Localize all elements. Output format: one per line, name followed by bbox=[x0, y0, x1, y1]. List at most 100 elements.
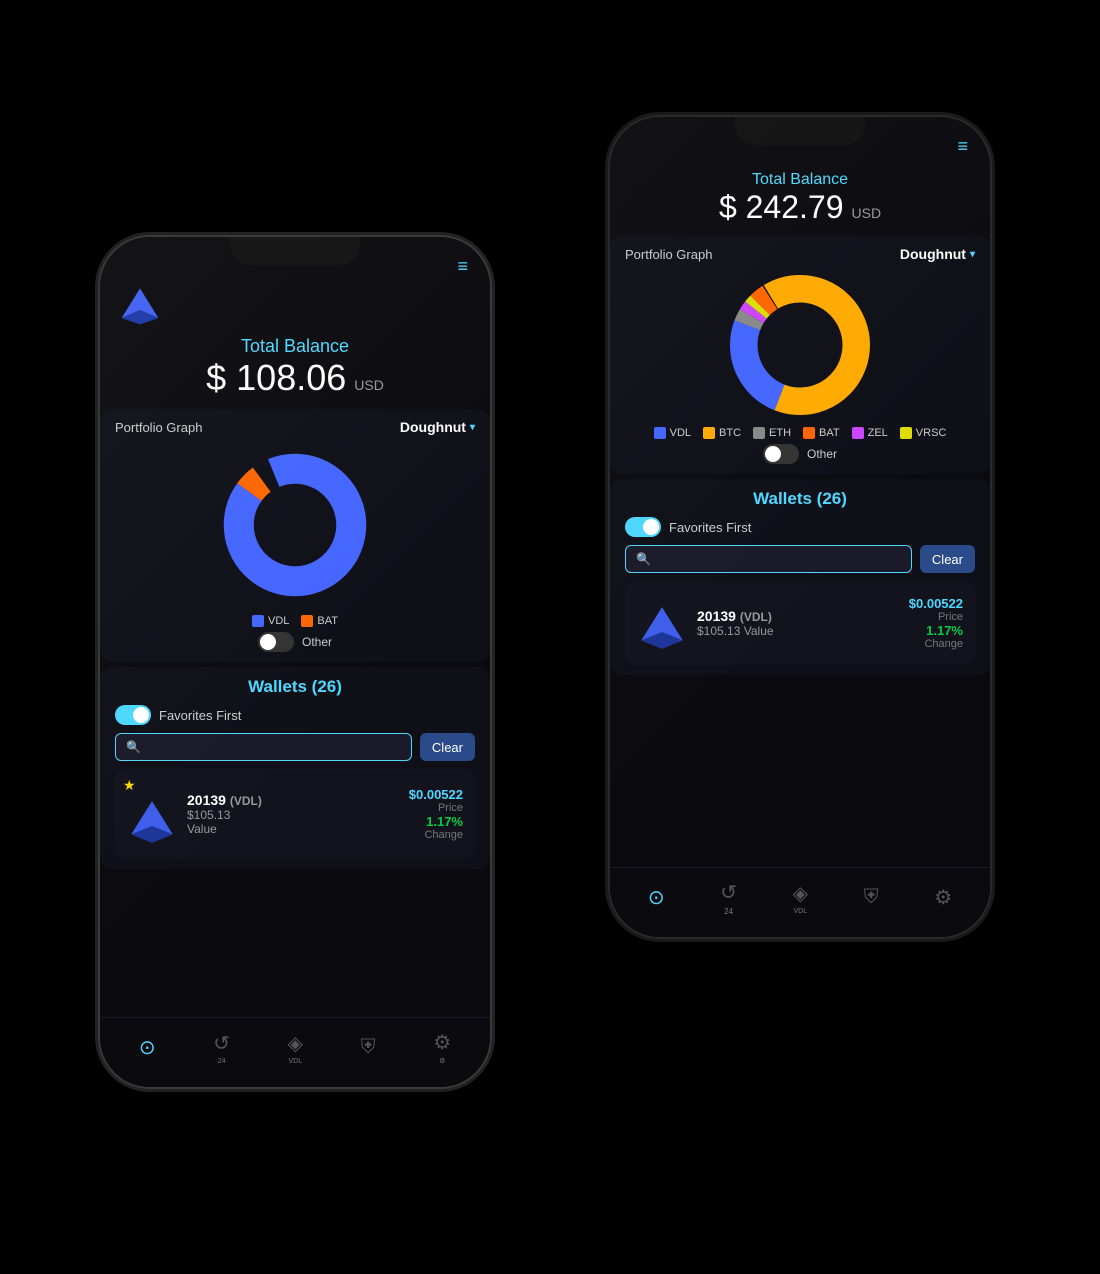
legend-dot-btc-back bbox=[703, 427, 715, 439]
other-label-front: Other bbox=[302, 635, 332, 649]
nav-shield-front[interactable]: ⛨ bbox=[361, 1036, 376, 1059]
clear-button-front[interactable]: Clear bbox=[420, 733, 475, 761]
donut-chart-front bbox=[115, 440, 475, 610]
balance-amount-front: $ 108.06 USD bbox=[100, 357, 490, 399]
menu-icon-front[interactable]: ≡ bbox=[457, 256, 470, 277]
legend-label-btc-back: BTC bbox=[719, 427, 741, 439]
favorites-row-back: Favorites First bbox=[625, 517, 975, 537]
menu-icon-back[interactable]: ≡ bbox=[957, 136, 970, 157]
wallet-price-col-front: $0.00522 Price 1.17% Change bbox=[409, 787, 463, 841]
wallet-item-front[interactable]: ★ 20139 (VDL) $105.13 Value bbox=[115, 769, 475, 859]
legend-dot-vdl-back bbox=[654, 427, 666, 439]
balance-section-front: Total Balance $ 108.06 USD bbox=[100, 326, 490, 404]
legend-front: VDL BAT bbox=[115, 615, 475, 627]
nav-refresh-front[interactable]: ↺ 24 bbox=[213, 1031, 230, 1065]
legend-eth-back: ETH bbox=[753, 427, 791, 439]
legend-dot-vrsc-back bbox=[900, 427, 912, 439]
wallet-price-back: $0.00522 bbox=[909, 596, 963, 611]
wallet-price-label-front: Price bbox=[409, 802, 463, 814]
nav-vdl-front[interactable]: ◈ VDL bbox=[288, 1031, 303, 1065]
favorites-knob-front bbox=[133, 707, 149, 723]
nav-vdl-back[interactable]: ◈ VDL bbox=[793, 881, 808, 915]
toggle-switch-back[interactable] bbox=[763, 444, 799, 464]
doughnut-arrow-back: ▾ bbox=[970, 249, 975, 260]
legend-label-vrsc-back: VRSC bbox=[916, 427, 947, 439]
portfolio-section-front: Portfolio Graph Doughnut ▾ bbox=[100, 409, 490, 662]
nav-dashboard-front[interactable]: ⊙ bbox=[139, 1035, 156, 1060]
bottom-nav-back: ⊙ ↺ 24 ◈ VDL ⛨ ⚙ bbox=[610, 867, 990, 937]
nav-settings-front[interactable]: ⚙ ⚙ bbox=[433, 1030, 451, 1065]
wallet-item-back[interactable]: 20139 (VDL) $105.13 Value $0.00522 Price… bbox=[625, 581, 975, 665]
legend-label-vdl-front: VDL bbox=[268, 615, 289, 627]
nav-settings-icon-front: ⚙ bbox=[433, 1030, 451, 1055]
legend-btc-back: BTC bbox=[703, 427, 741, 439]
donut-chart-back bbox=[625, 267, 975, 422]
wallets-section-front: Wallets (26) Favorites First 🔍 Clear ★ bbox=[100, 667, 490, 869]
legend-bat-front: BAT bbox=[301, 615, 338, 627]
wallet-change-label-back: Change bbox=[909, 638, 963, 650]
wallet-change-label-front: Change bbox=[409, 829, 463, 841]
balance-value-front: $ 108.06 bbox=[206, 357, 346, 399]
toggle-knob-front bbox=[260, 634, 276, 650]
nav-dashboard-back[interactable]: ⊙ bbox=[648, 885, 665, 910]
phone-front: ≡ Total Balance $ 108.06 USD bbox=[100, 237, 490, 1087]
doughnut-selector-back[interactable]: Doughnut ▾ bbox=[900, 246, 975, 262]
legend-back: VDL BTC ETH BAT bbox=[625, 427, 975, 439]
doughnut-selector-front[interactable]: Doughnut ▾ bbox=[400, 419, 475, 435]
balance-title-back: Total Balance bbox=[610, 171, 990, 189]
donut-svg-back bbox=[725, 270, 875, 420]
doughnut-arrow-front: ▾ bbox=[470, 422, 475, 433]
star-icon-front[interactable]: ★ bbox=[123, 777, 136, 794]
wallet-info-front: 20139 (VDL) $105.13 Value bbox=[187, 792, 399, 836]
nav-settings-back[interactable]: ⚙ bbox=[934, 885, 952, 910]
toggle-knob-back bbox=[765, 446, 781, 462]
app-logo-front bbox=[120, 286, 160, 326]
clear-button-back[interactable]: Clear bbox=[920, 545, 975, 573]
search-row-back: 🔍 Clear bbox=[625, 545, 975, 573]
nav-shield-back[interactable]: ⛨ bbox=[864, 886, 879, 909]
nav-refresh-icon-front: ↺ bbox=[213, 1031, 230, 1056]
other-toggle-back: Other bbox=[625, 444, 975, 464]
nav-vdl-icon-front: ◈ bbox=[288, 1031, 303, 1056]
nav-shield-icon-back: ⛨ bbox=[864, 886, 879, 909]
favorites-knob-back bbox=[643, 519, 659, 535]
legend-label-bat-front: BAT bbox=[317, 615, 338, 627]
phones-container: ≡ Total Balance $ 242.79 USD Portfolio G… bbox=[50, 37, 1050, 1237]
donut-svg-front bbox=[220, 450, 370, 600]
favorites-toggle-front[interactable] bbox=[115, 705, 151, 725]
legend-label-eth-back: ETH bbox=[769, 427, 791, 439]
vdl-logo-front bbox=[127, 797, 177, 847]
other-toggle-front: Other bbox=[115, 632, 475, 652]
nav-settings-icon-back: ⚙ bbox=[934, 885, 952, 910]
legend-label-vdl-back: VDL bbox=[670, 427, 691, 439]
balance-section-back: Total Balance $ 242.79 USD bbox=[610, 161, 990, 231]
balance-currency-front: USD bbox=[354, 377, 384, 393]
wallets-section-back: Wallets (26) Favorites First 🔍 Clear bbox=[610, 479, 990, 675]
nav-refresh-back[interactable]: ↺ 24 bbox=[720, 880, 737, 916]
search-input-front[interactable]: 🔍 bbox=[115, 733, 412, 761]
legend-dot-zel-back bbox=[852, 427, 864, 439]
balance-currency-back: USD bbox=[852, 205, 882, 221]
doughnut-label-back: Doughnut bbox=[900, 246, 966, 262]
portfolio-header-front: Portfolio Graph Doughnut ▾ bbox=[115, 419, 475, 435]
legend-vdl-front: VDL bbox=[252, 615, 289, 627]
wallet-price-label-back: Price bbox=[909, 611, 963, 623]
balance-amount-back: $ 242.79 USD bbox=[610, 189, 990, 226]
search-row-front: 🔍 Clear bbox=[115, 733, 475, 761]
legend-label-zel-back: ZEL bbox=[868, 427, 888, 439]
nav-vdl-icon-back: ◈ bbox=[793, 881, 808, 906]
search-input-back[interactable]: 🔍 bbox=[625, 545, 912, 573]
portfolio-section-back: Portfolio Graph Doughnut ▾ bbox=[610, 236, 990, 474]
legend-zel-back: ZEL bbox=[852, 427, 888, 439]
vdl-logo-back bbox=[637, 603, 687, 653]
legend-dot-eth-back bbox=[753, 427, 765, 439]
toggle-switch-front[interactable] bbox=[258, 632, 294, 652]
legend-label-bat-back: BAT bbox=[819, 427, 840, 439]
favorites-toggle-back[interactable] bbox=[625, 517, 661, 537]
wallet-change-front: 1.17% bbox=[409, 814, 463, 829]
portfolio-label-front: Portfolio Graph bbox=[115, 420, 202, 435]
bottom-nav-front: ⊙ ↺ 24 ◈ VDL ⛨ ⚙ ⚙ bbox=[100, 1017, 490, 1087]
favorites-label-back: Favorites First bbox=[669, 520, 751, 535]
other-label-back: Other bbox=[807, 447, 837, 461]
wallet-amount-front: 20139 (VDL) bbox=[187, 792, 399, 808]
